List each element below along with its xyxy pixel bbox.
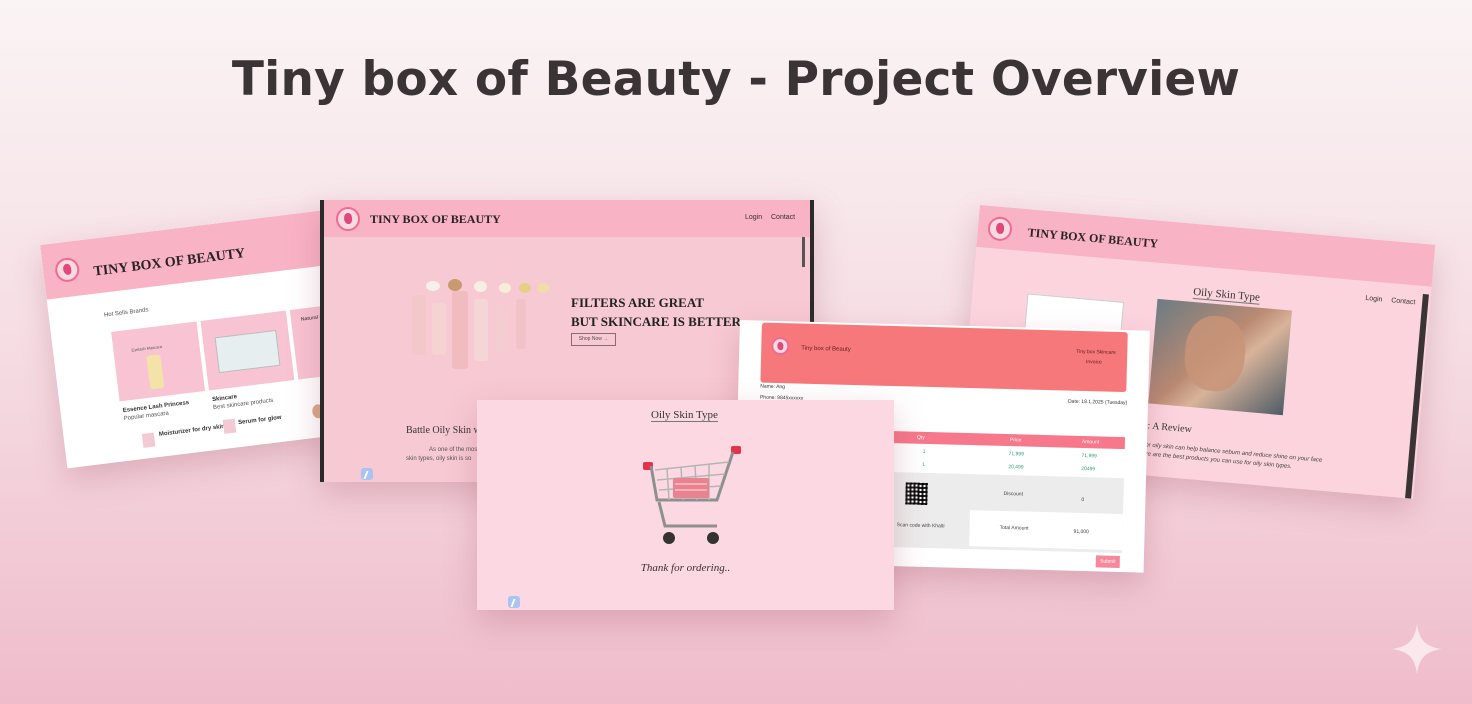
thank-you-message: Thank for ordering.. xyxy=(640,562,731,574)
column-header: Price xyxy=(1009,437,1022,444)
payment-note: Scan code with Khalti xyxy=(896,522,945,530)
column-header: Qty xyxy=(916,434,925,441)
navbar: TINY BOX OF BEAUTY xyxy=(40,208,345,300)
product-card-1[interactable]: Eyelash Mascara xyxy=(111,321,206,402)
invoice-brand: Tiny box of Beauty xyxy=(801,345,851,353)
discount-value: 0 xyxy=(1081,496,1085,504)
brand-logo-icon xyxy=(336,207,360,231)
row-price: 71,999 xyxy=(1008,451,1024,458)
invoice-header: Tiny box of Beauty Tiny box Skincare Inv… xyxy=(760,322,1128,393)
brand-logo-icon xyxy=(771,336,790,356)
nav-login[interactable]: Login xyxy=(1365,295,1383,303)
row-qty: 1 xyxy=(922,461,926,468)
total-label: Total Amount xyxy=(999,524,1029,532)
column-header: Amount xyxy=(1081,438,1100,446)
payment-section: Discount 0 Scan code with Khalti Total A… xyxy=(884,471,1124,554)
nav-contact[interactable]: Contact xyxy=(1391,297,1416,306)
table-header: Qty Price Amount xyxy=(886,430,1126,450)
nav-contact[interactable]: Contact xyxy=(771,214,795,221)
shopping-cart-icon xyxy=(643,446,741,544)
submit-button[interactable]: Submit xyxy=(1095,555,1120,569)
invoice-date: Date: 18.1.2025 (Tuesday) xyxy=(1067,398,1128,407)
screenshot-order-confirmation: Oily Skin Type Thank for ordering.. xyxy=(477,400,894,610)
row-qty: 1 xyxy=(922,448,926,455)
store-name: Tiny box Skincare xyxy=(1076,348,1116,356)
list-item[interactable]: Moisturizer for dry skin xyxy=(159,424,226,438)
hero-headline-2: BUT SKINCARE IS BETTER xyxy=(571,314,741,329)
list-item[interactable]: Serum for glow xyxy=(238,415,282,426)
navbar: TINY BOX OF BEAUTY Login Contact xyxy=(324,200,810,237)
row-amount: 71,999 xyxy=(1081,452,1097,460)
sparkle-icon xyxy=(1392,624,1442,674)
brand-name: TINY BOX OF BEAUTY xyxy=(92,246,247,280)
product-thumb xyxy=(141,432,156,448)
row-price: 20,499 xyxy=(1008,464,1024,471)
app-badge-icon xyxy=(508,596,520,608)
navbar: TINY BOX OF BEAUTY xyxy=(976,205,1436,287)
product-thumb xyxy=(222,418,237,434)
invoice-label: Invoice xyxy=(1085,359,1102,366)
nav-login[interactable]: Login xyxy=(745,214,762,221)
hero-headline-1: FILTERS ARE GREAT xyxy=(571,295,704,310)
shop-now-button[interactable]: Shop Now → xyxy=(571,333,616,346)
card-tag: Eyelash Mascara xyxy=(131,343,163,353)
scrollbar[interactable] xyxy=(1405,293,1429,499)
customer-name: Name: Ang xyxy=(760,383,786,391)
scrollbar[interactable] xyxy=(802,237,805,267)
article-title: Battle Oily Skin wit xyxy=(406,425,487,436)
total-box: Total Amount 91,000 xyxy=(969,510,1124,551)
face-photo xyxy=(1148,298,1292,416)
brand-logo-icon xyxy=(986,215,1013,242)
qr-code-icon xyxy=(905,482,928,505)
article-line: skin types, oily skin is so xyxy=(406,456,472,462)
section-heading: Hot Sells Brands xyxy=(103,307,149,319)
brand-name: TINY BOX OF BEAUTY xyxy=(1027,225,1159,251)
skincare-products-image xyxy=(404,279,554,380)
brand-logo-icon xyxy=(53,256,81,284)
app-badge-icon xyxy=(361,468,373,480)
mascara-image xyxy=(146,354,165,390)
row-amount: 20499 xyxy=(1081,465,1096,473)
store-image xyxy=(214,329,281,374)
page-heading: Oily Skin Type xyxy=(651,409,718,422)
brand-name: TINY BOX OF BEAUTY xyxy=(370,212,501,226)
page-title: Tiny box of Beauty - Project Overview xyxy=(231,52,1241,107)
total-value: 91,000 xyxy=(1073,528,1089,536)
screenshot-catalog: TINY BOX OF BEAUTY Hot Sells Brands Eyel… xyxy=(40,208,366,469)
face-shape xyxy=(1181,313,1249,394)
discount-label: Discount xyxy=(1003,490,1024,498)
product-card-2[interactable] xyxy=(200,310,295,391)
